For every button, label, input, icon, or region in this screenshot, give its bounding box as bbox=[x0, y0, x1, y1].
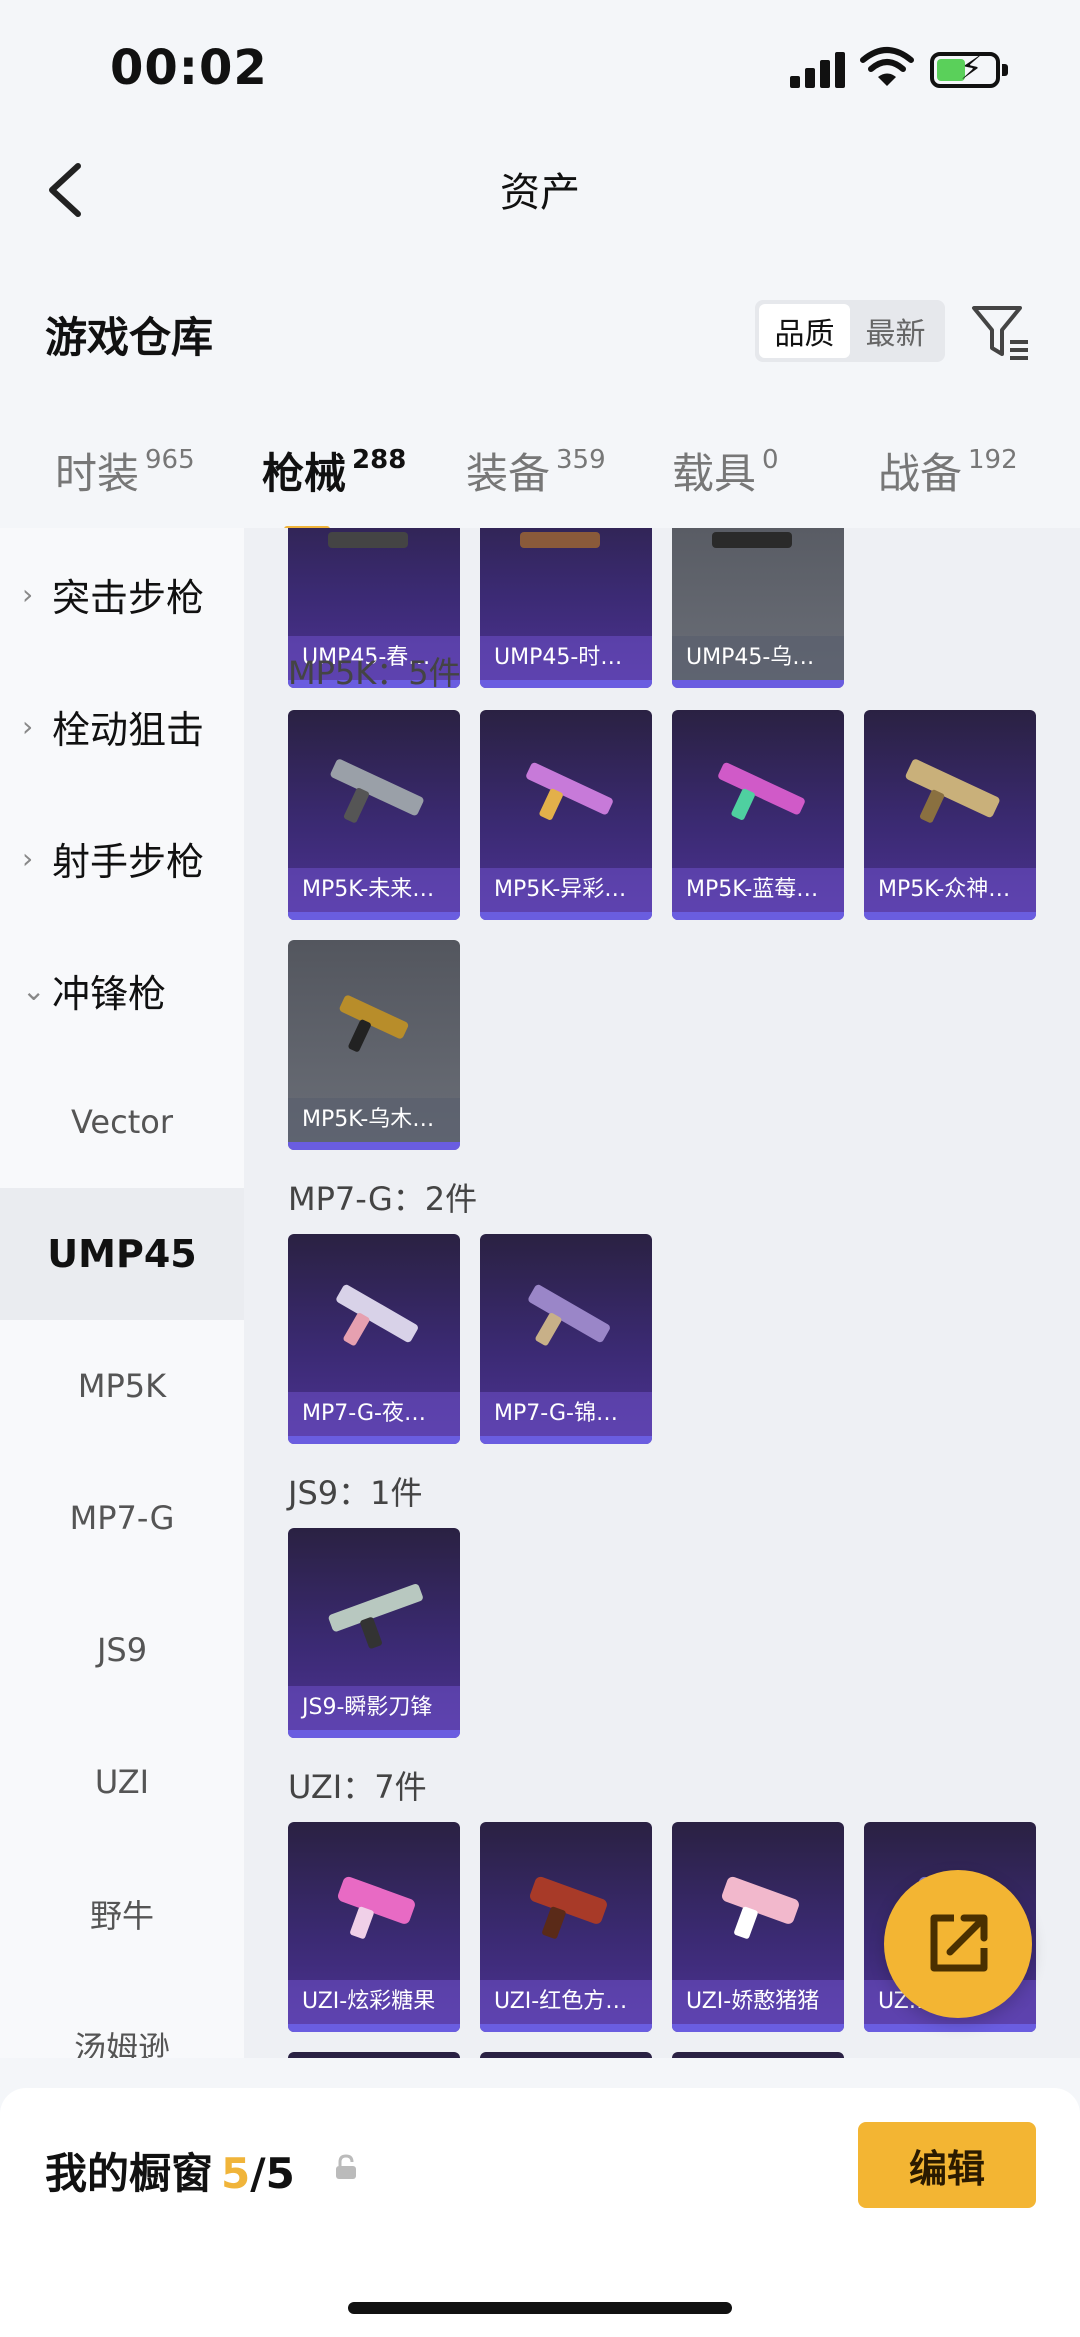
sidebar-subitem-vector[interactable]: Vector bbox=[0, 1056, 244, 1188]
category-tabs: 时装 965 枪械 288 装备 359 载具 0 战备 192 bbox=[0, 420, 1080, 532]
weapon-card-label: MP7-G-锦… bbox=[480, 1392, 652, 1436]
share-external-icon bbox=[930, 1914, 988, 1972]
sidebar-subitem-thompson[interactable]: 汤姆逊 bbox=[0, 1980, 244, 2058]
wifi-icon bbox=[860, 47, 914, 86]
group-title-mp7g: MP7-G：2件 bbox=[288, 1180, 478, 1218]
weapon-grid: UMP45-春… UMP45-时… UMP45-乌… MP5K：5件 MP5K-… bbox=[244, 528, 1080, 2058]
sidebar-subitem-bizon[interactable]: 野牛 bbox=[0, 1848, 244, 1980]
gun-icon bbox=[336, 1284, 418, 1346]
weapon-card[interactable]: MP5K-蓝莓… bbox=[672, 710, 844, 920]
gun-icon bbox=[526, 762, 613, 820]
weapon-card[interactable] bbox=[480, 2052, 652, 2058]
weapon-card[interactable]: UMP45-乌… bbox=[672, 528, 844, 688]
chevron-right-icon: › bbox=[22, 841, 34, 875]
chevron-right-icon: › bbox=[22, 709, 34, 743]
sidebar-subitem-uzi[interactable]: UZI bbox=[0, 1716, 244, 1848]
weapon-card[interactable]: MP5K-未来… bbox=[288, 710, 460, 920]
weapon-card[interactable]: MP7-G-夜… bbox=[288, 1234, 460, 1444]
tab-firearms[interactable]: 枪械 288 bbox=[262, 440, 406, 532]
gun-icon bbox=[905, 759, 1000, 823]
warehouse-title: 游戏仓库 bbox=[45, 313, 214, 362]
weapon-card[interactable]: MP5K-众神… bbox=[864, 710, 1036, 920]
sort-latest-button[interactable]: 最新 bbox=[850, 304, 941, 358]
weapon-card[interactable]: UZI-炫彩糖果 bbox=[288, 1822, 460, 2032]
weapon-card-label: UZI-红色方… bbox=[480, 1980, 652, 2024]
gun-icon bbox=[330, 759, 424, 823]
sidebar-item-bolt-sniper[interactable]: › 栓动狙击 bbox=[0, 660, 244, 792]
edit-button[interactable]: 编辑 bbox=[858, 2122, 1036, 2208]
tab-equipment[interactable]: 装备 359 bbox=[466, 440, 606, 501]
sort-quality-button[interactable]: 品质 bbox=[759, 304, 850, 358]
status-bar: 00:02 ⚡ bbox=[0, 0, 1080, 130]
tab-fashion[interactable]: 时装 965 bbox=[55, 440, 195, 501]
battery-icon: ⚡ bbox=[930, 50, 1008, 88]
gun-icon bbox=[328, 1583, 423, 1649]
sidebar-item-smg[interactable]: ⌄ 冲锋枪 bbox=[0, 924, 244, 1056]
tab-vehicles[interactable]: 载具 0 bbox=[672, 440, 779, 501]
weapon-card-label: UMP45-乌… bbox=[672, 636, 844, 680]
weapon-card[interactable] bbox=[672, 2052, 844, 2058]
filter-icon[interactable] bbox=[970, 302, 1032, 362]
weapon-image bbox=[520, 532, 600, 548]
weapon-card-label: UZI-炫彩糖果 bbox=[288, 1980, 460, 2024]
gun-icon bbox=[339, 995, 409, 1052]
weapon-card-label: MP5K-乌木… bbox=[288, 1098, 460, 1142]
group-title-js9: JS9：1件 bbox=[288, 1474, 423, 1512]
weapon-card-label: UZI-娇憨猪猪 bbox=[672, 1980, 844, 2024]
home-indicator bbox=[348, 2302, 732, 2314]
weapon-image bbox=[712, 532, 792, 548]
weapon-type-sidebar: › 突击步枪 › 栓动狙击 › 射手步枪 ⌄ 冲锋枪 Vector UMP45 MP5K… bbox=[0, 528, 244, 2058]
group-title-mp5k: MP5K：5件 bbox=[288, 654, 461, 692]
weapon-card[interactable]: MP5K-乌木… bbox=[288, 940, 460, 1150]
showcase-count: 5 bbox=[221, 2149, 251, 2198]
gun-icon bbox=[718, 762, 805, 820]
page-title: 资产 bbox=[500, 170, 580, 216]
weapon-card-label: MP5K-蓝莓… bbox=[672, 868, 844, 912]
chevron-right-icon: › bbox=[22, 577, 34, 611]
status-time: 00:02 bbox=[110, 40, 268, 96]
nav-header: 资产 bbox=[0, 130, 1080, 250]
lock-icon bbox=[336, 2154, 356, 2179]
gun-icon bbox=[528, 1284, 610, 1346]
sort-segmented-control: 品质 最新 bbox=[755, 300, 945, 362]
group-title-uzi: UZI：7件 bbox=[288, 1768, 427, 1806]
weapon-card[interactable] bbox=[288, 2052, 460, 2058]
weapon-card[interactable]: JS9-瞬影刀锋 bbox=[288, 1528, 460, 1738]
weapon-card[interactable]: MP7-G-锦… bbox=[480, 1234, 652, 1444]
weapon-card[interactable]: UZI-娇憨猪猪 bbox=[672, 1822, 844, 2032]
weapon-card[interactable]: UZI-红色方… bbox=[480, 1822, 652, 2032]
weapon-image bbox=[328, 532, 408, 548]
weapon-card-label: MP7-G-夜… bbox=[288, 1392, 460, 1436]
weapon-card-label: MP5K-众神… bbox=[864, 868, 1036, 912]
weapon-card-label: JS9-瞬影刀锋 bbox=[288, 1686, 460, 1730]
share-fab[interactable] bbox=[884, 1870, 1032, 2018]
weapon-card-label: UMP45-时… bbox=[480, 636, 652, 680]
weapon-card-label: MP5K-未来… bbox=[288, 868, 460, 912]
sidebar-subitem-mp5k[interactable]: MP5K bbox=[0, 1320, 244, 1452]
sidebar-subitem-ump45[interactable]: UMP45 bbox=[0, 1188, 244, 1320]
showcase-bar: 我的橱窗 5/5 编辑 bbox=[0, 2088, 1080, 2337]
warehouse-toolbar: 游戏仓库 品质 最新 bbox=[0, 280, 1080, 380]
showcase-label: 我的橱窗 5/5 bbox=[45, 2149, 295, 2198]
sidebar-subitem-mp7g[interactable]: MP7-G bbox=[0, 1452, 244, 1584]
gun-icon bbox=[721, 1876, 799, 1939]
chevron-down-icon: ⌄ bbox=[22, 973, 46, 1007]
cellular-signal-icon bbox=[790, 52, 846, 88]
weapon-card[interactable]: MP5K-异彩… bbox=[480, 710, 652, 920]
weapon-card-label: MP5K-异彩… bbox=[480, 868, 652, 912]
sidebar-item-marksman-rifle[interactable]: › 射手步枪 bbox=[0, 792, 244, 924]
weapon-card[interactable]: UMP45-时… bbox=[480, 528, 652, 688]
sidebar-item-assault-rifle[interactable]: › 突击步枪 bbox=[0, 528, 244, 660]
tab-tactical[interactable]: 战备 192 bbox=[878, 440, 1018, 501]
gun-icon bbox=[337, 1876, 415, 1939]
gun-icon bbox=[529, 1876, 607, 1939]
sidebar-subitem-js9[interactable]: JS9 bbox=[0, 1584, 244, 1716]
